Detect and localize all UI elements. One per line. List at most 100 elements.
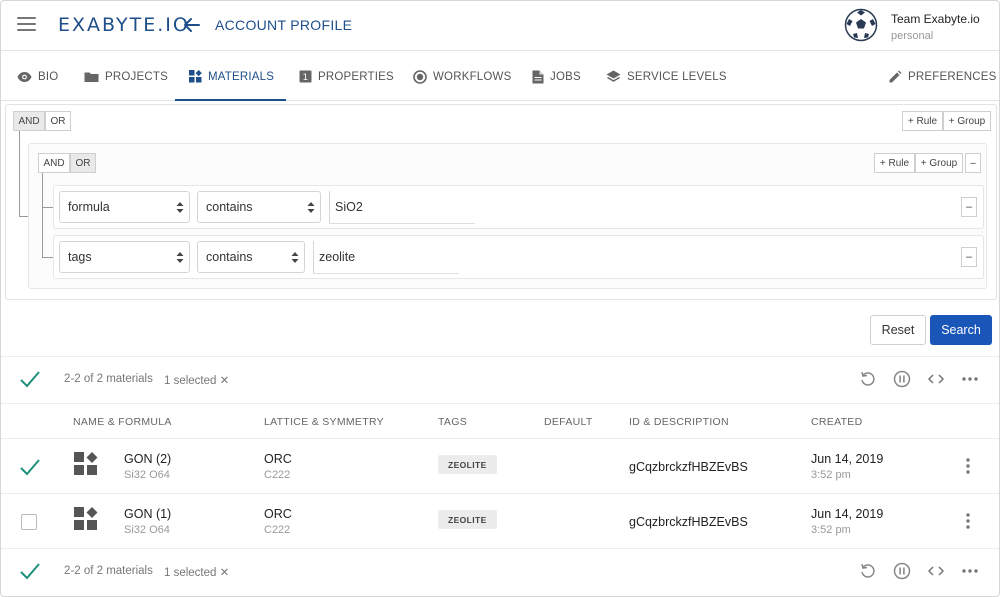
material-icon — [74, 507, 98, 530]
row-checked-icon[interactable] — [19, 456, 41, 478]
app-logo[interactable]: EXABYTE.IO — [58, 14, 190, 36]
rule-connector-line — [42, 173, 53, 208]
column-header[interactable]: TAGS — [438, 416, 467, 428]
tab-properties[interactable]: 1 PROPERTIES — [299, 52, 394, 101]
select-all-check-icon[interactable] — [19, 561, 41, 581]
tab-label: JOBS — [550, 70, 581, 83]
team-type: personal — [891, 30, 934, 42]
created-time: 3:52 pm — [811, 469, 851, 481]
file-icon — [532, 70, 544, 83]
tab-materials[interactable]: MATERIALS — [175, 52, 286, 101]
outer-add-rule-button[interactable]: + Rule — [902, 111, 943, 131]
properties-icon: 1 — [299, 70, 312, 83]
inner-or-toggle[interactable]: OR — [70, 153, 96, 173]
select-arrows-icon — [176, 252, 184, 263]
outer-or-toggle[interactable]: OR — [45, 111, 71, 131]
column-header[interactable]: CREATED — [811, 416, 863, 428]
created-time: 3:52 pm — [811, 524, 851, 536]
rule-connector-line — [42, 208, 53, 258]
material-formula: Si32 O64 — [124, 469, 170, 481]
tab-workflows[interactable]: WORKFLOWS — [413, 52, 511, 101]
select-value: contains — [206, 200, 253, 214]
material-id: gCqzbrckzfHBZEvBS — [629, 460, 748, 474]
select-all-check-icon[interactable] — [19, 369, 41, 389]
tab-label: WORKFLOWS — [433, 70, 512, 83]
workflows-icon — [413, 69, 427, 84]
material-formula: Si32 O64 — [124, 524, 170, 536]
pencil-icon — [889, 70, 902, 83]
material-id: gCqzbrckzfHBZEvBS — [629, 515, 748, 529]
folder-icon — [84, 72, 99, 82]
material-name[interactable]: GON (2) — [124, 452, 171, 466]
query-rule: formula contains SiO2 – — [53, 185, 984, 229]
more-horizontal-icon[interactable] — [960, 369, 980, 389]
rule-value-input[interactable]: zeolite — [313, 241, 459, 274]
team-avatar-icon[interactable] — [844, 8, 878, 42]
pause-icon[interactable] — [892, 369, 912, 389]
profile-tabs: BIO PROJECTS MATERIALS 1 PROPERTIES WORK… — [1, 52, 999, 101]
query-rule: tags contains zeolite – — [53, 235, 984, 279]
refresh-icon[interactable] — [858, 561, 878, 581]
select-arrows-icon — [291, 252, 299, 263]
tab-label: PROJECTS — [105, 70, 168, 83]
symmetry: C222 — [264, 524, 291, 536]
refresh-icon[interactable] — [858, 369, 878, 389]
table-row[interactable]: GON (2) Si32 O64 ORC C222 ZEOLITE gCqzbr… — [1, 439, 999, 494]
result-count: 2-2 of 2 materials — [64, 565, 153, 577]
svg-text:1: 1 — [303, 73, 309, 83]
rule-operator-select[interactable]: contains — [197, 191, 321, 223]
remove-rule-button[interactable]: – — [961, 197, 977, 217]
remove-rule-button[interactable]: – — [961, 247, 977, 267]
inner-rule-group: AND OR + Rule + Group – formula contains… — [28, 143, 987, 289]
tab-jobs[interactable]: JOBS — [532, 52, 581, 101]
symmetry: C222 — [264, 469, 291, 481]
code-icon[interactable] — [926, 561, 946, 581]
select-value: contains — [206, 250, 253, 264]
tab-label: PREFERENCES — [908, 70, 997, 83]
inner-remove-group-button[interactable]: – — [965, 153, 981, 173]
result-count: 2-2 of 2 materials — [64, 373, 153, 385]
table-header: NAME & FORMULA LATTICE & SYMMETRY TAGS D… — [1, 403, 999, 439]
select-arrows-icon — [307, 202, 315, 213]
lattice-type: ORC — [264, 452, 292, 466]
rule-field-select[interactable]: tags — [59, 241, 190, 273]
tab-service-levels[interactable]: SERVICE LEVELS — [606, 52, 727, 101]
top-bar: EXABYTE.IO ACCOUNT PROFILE Team Exabyte.… — [1, 1, 999, 51]
more-vertical-icon[interactable] — [959, 456, 977, 476]
menu-icon[interactable] — [17, 17, 36, 31]
created-date: Jun 14, 2019 — [811, 507, 884, 521]
tab-preferences[interactable]: PREFERENCES — [889, 52, 996, 101]
search-button[interactable]: Search — [930, 315, 992, 345]
selected-count-clear[interactable]: 1 selected ✕ — [164, 565, 229, 579]
tag-chip[interactable]: ZEOLITE — [438, 510, 497, 529]
material-name[interactable]: GON (1) — [124, 507, 171, 521]
table-row[interactable]: GON (1) Si32 O64 ORC C222 ZEOLITE gCqzbr… — [1, 494, 999, 549]
tag-chip[interactable]: ZEOLITE — [438, 455, 497, 474]
selected-count-clear[interactable]: 1 selected ✕ — [164, 373, 229, 387]
tab-label: BIO — [38, 70, 59, 83]
tab-projects[interactable]: PROJECTS — [84, 52, 168, 101]
material-icon — [74, 452, 98, 475]
pause-icon[interactable] — [892, 561, 912, 581]
column-header[interactable]: LATTICE & SYMMETRY — [264, 416, 384, 428]
column-header[interactable]: DEFAULT — [544, 416, 593, 428]
list-toolbar-bottom: 2-2 of 2 materials 1 selected ✕ — [1, 548, 999, 594]
team-name[interactable]: Team Exabyte.io — [891, 12, 980, 26]
tab-bio[interactable]: BIO — [17, 52, 58, 101]
rule-operator-select[interactable]: contains — [197, 241, 305, 273]
column-header[interactable]: ID & DESCRIPTION — [629, 416, 729, 428]
row-checkbox[interactable] — [21, 514, 37, 530]
rule-value-input[interactable]: SiO2 — [329, 191, 475, 224]
inner-add-group-button[interactable]: + Group — [915, 153, 963, 173]
inner-add-rule-button[interactable]: + Rule — [874, 153, 915, 173]
rule-field-select[interactable]: formula — [59, 191, 190, 223]
column-header[interactable]: NAME & FORMULA — [73, 416, 172, 428]
code-icon[interactable] — [926, 369, 946, 389]
outer-add-group-button[interactable]: + Group — [943, 111, 991, 131]
back-arrow-icon[interactable] — [182, 15, 202, 35]
more-horizontal-icon[interactable] — [960, 561, 980, 581]
outer-and-toggle[interactable]: AND — [13, 111, 45, 131]
inner-and-toggle[interactable]: AND — [38, 153, 70, 173]
reset-button[interactable]: Reset — [870, 315, 926, 345]
more-vertical-icon[interactable] — [959, 511, 977, 531]
